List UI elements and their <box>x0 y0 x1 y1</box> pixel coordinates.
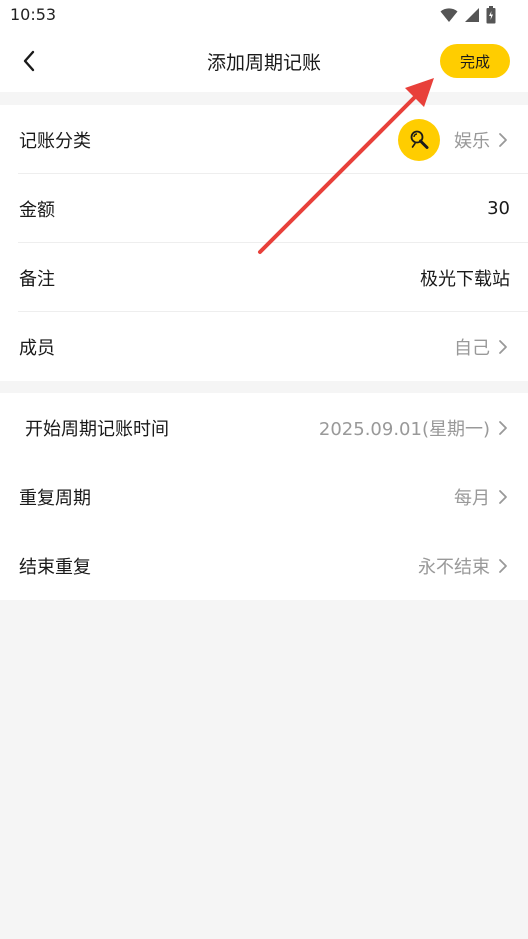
entertainment-category-icon <box>398 118 440 161</box>
start-time-value: 2025.09.01(星期一) <box>318 418 490 440</box>
amount-row[interactable]: 金额 30 <box>0 174 528 243</box>
wifi-icon <box>440 8 458 22</box>
chevron-right-icon <box>498 338 510 356</box>
category-row[interactable]: 记账分类 娱乐 <box>0 105 528 174</box>
start-time-row[interactable]: 开始周期记账时间 2025.09.01(星期一) <box>0 393 528 462</box>
member-label: 成员 <box>19 337 55 359</box>
note-row[interactable]: 备注 极光下载站 <box>0 243 528 312</box>
repeat-cycle-value-group: 每月 <box>454 484 510 510</box>
chevron-right-icon <box>498 488 510 506</box>
signal-icon <box>465 8 479 22</box>
category-value-group: 娱乐 <box>398 118 510 161</box>
schedule-card: 开始周期记账时间 2025.09.01(星期一) 重复周期 每月 结束重复 永不… <box>0 393 528 600</box>
note-value-group: 极光下载站 <box>420 265 510 291</box>
nav-bar: 添加周期记账 完成 <box>0 30 528 92</box>
note-label: 备注 <box>19 268 55 290</box>
done-button[interactable]: 完成 <box>440 44 510 78</box>
note-value: 极光下载站 <box>420 268 510 290</box>
amount-value-group: 30 <box>487 198 510 219</box>
amount-label: 金额 <box>19 199 55 221</box>
repeat-cycle-label: 重复周期 <box>19 487 91 509</box>
chevron-right-icon <box>498 419 510 437</box>
repeat-cycle-value: 每月 <box>454 487 490 509</box>
amount-value: 30 <box>487 198 510 219</box>
status-icons <box>440 6 496 24</box>
member-value-group: 自己 <box>454 334 510 360</box>
start-time-label: 开始周期记账时间 <box>25 418 169 440</box>
chevron-right-icon <box>498 557 510 575</box>
chevron-right-icon <box>498 131 510 149</box>
start-time-value-group: 2025.09.01(星期一) <box>319 415 510 441</box>
status-time: 10:53 <box>10 5 57 24</box>
member-value: 自己 <box>454 337 490 359</box>
member-row[interactable]: 成员 自己 <box>0 312 528 381</box>
screen: 10:53 添加周期记账 完成 记账分类 娱乐 金额 30 备注 极光下载站 成… <box>0 0 528 939</box>
end-repeat-value: 永不结束 <box>418 556 490 578</box>
category-value: 娱乐 <box>454 130 490 152</box>
repeat-cycle-row[interactable]: 重复周期 每月 <box>0 462 528 531</box>
microphone-icon <box>410 130 429 149</box>
record-details-card: 记账分类 娱乐 金额 30 备注 极光下载站 成员 自己 <box>0 105 528 381</box>
status-bar: 10:53 <box>0 0 528 30</box>
end-repeat-label: 结束重复 <box>19 556 91 578</box>
end-repeat-value-group: 永不结束 <box>418 553 510 579</box>
category-label: 记账分类 <box>19 130 91 152</box>
battery-icon <box>486 6 496 24</box>
end-repeat-row[interactable]: 结束重复 永不结束 <box>0 531 528 600</box>
